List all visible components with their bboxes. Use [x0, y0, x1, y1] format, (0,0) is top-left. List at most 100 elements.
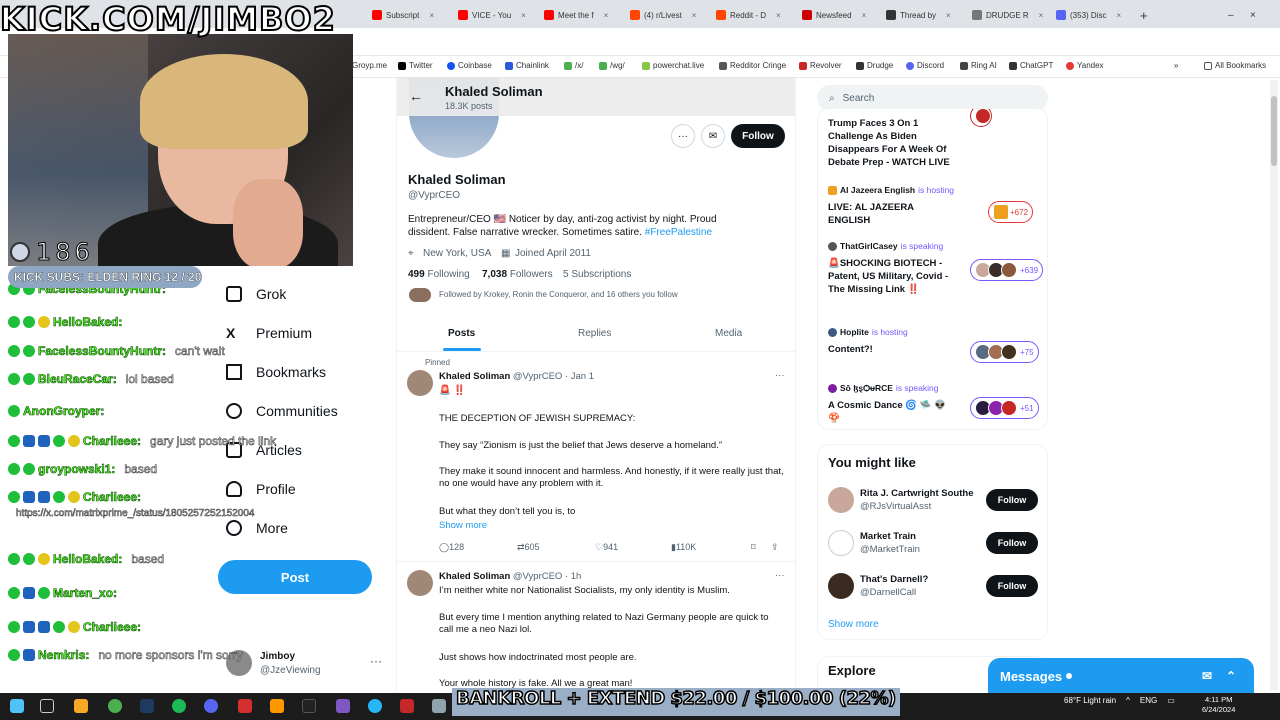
- language-indicator[interactable]: ENG: [1140, 696, 1157, 705]
- follow-button[interactable]: Follow: [731, 124, 785, 148]
- chrome-icon[interactable]: [108, 699, 122, 713]
- app-icon[interactable]: [400, 699, 414, 713]
- suggested-user[interactable]: Market Train @MarketTrain Follow: [828, 528, 1040, 562]
- views-count[interactable]: ▮ 110K: [671, 542, 696, 553]
- browser-tab[interactable]: Newsfeed ×: [796, 4, 872, 26]
- new-tab-button[interactable]: +: [1134, 4, 1154, 26]
- show-more-link[interactable]: Show more: [828, 619, 879, 630]
- bookmark[interactable]: Discord: [906, 61, 944, 70]
- divider: [397, 351, 795, 352]
- back-arrow-icon[interactable]: ←: [409, 88, 423, 104]
- tab-replies[interactable]: Replies: [578, 328, 611, 339]
- start-icon[interactable]: [10, 699, 24, 713]
- reply-button[interactable]: ◯ 128: [439, 542, 464, 553]
- more-horiz-icon[interactable]: ···: [671, 124, 695, 148]
- tab-posts[interactable]: Posts: [448, 328, 475, 339]
- bookmark[interactable]: Revolver: [799, 61, 842, 70]
- listeners-pill: [970, 109, 992, 127]
- app-icon[interactable]: [302, 699, 316, 713]
- app-icon[interactable]: [270, 699, 284, 713]
- repost-button[interactable]: ⇄ 605: [517, 542, 540, 553]
- like-button[interactable]: ♡ 941: [595, 542, 618, 553]
- profile-location: New York, USA: [423, 248, 492, 259]
- bookmark[interactable]: /x/: [564, 61, 583, 70]
- minimize-icon[interactable]: –: [1222, 4, 1240, 26]
- browser-tab[interactable]: Thread by ×: [880, 4, 957, 26]
- avatar[interactable]: [407, 370, 433, 396]
- browser-tab[interactable]: Reddit - D ×: [710, 4, 787, 26]
- listeners-pill: +75: [970, 341, 1039, 363]
- browser-tab[interactable]: (353) Disc ×: [1050, 4, 1127, 26]
- browser-tab[interactable]: DRUDGE R ×: [966, 4, 1049, 26]
- followed-by[interactable]: Followed by Krokey, Ronin the Conqueror,…: [439, 290, 678, 299]
- bookmark[interactable]: Coinbase: [447, 61, 492, 70]
- bookmark[interactable]: Drudge: [856, 61, 893, 70]
- bookmark[interactable]: powerchat.live: [642, 61, 704, 70]
- more-horiz-icon[interactable]: ···: [775, 370, 787, 382]
- messages-drawer[interactable]: Messages ✉ ⌃: [988, 658, 1254, 694]
- bookmark[interactable]: Yandex: [1066, 61, 1104, 70]
- live-spaces: Trump Faces 3 On 1 Challenge As Biden Di…: [817, 108, 1048, 430]
- expand-icon[interactable]: ⌃: [1226, 669, 1236, 683]
- suggested-user[interactable]: That's Darnell? @DarnellCall Follow: [828, 571, 1040, 605]
- follow-button[interactable]: Follow: [986, 489, 1038, 511]
- task-view-icon[interactable]: [40, 699, 54, 713]
- app-icon[interactable]: [336, 699, 350, 713]
- tweet-text: But what they don’t tell you is, to: [439, 506, 576, 517]
- browser-tab[interactable]: (4) r/Livest ×: [624, 4, 702, 26]
- chat-message: FacelessBountyHuntr: can't wait: [8, 344, 225, 358]
- tweet-text: But every time I mention anything relate…: [439, 612, 769, 635]
- message-icon[interactable]: ✉: [701, 124, 725, 148]
- bookmark[interactable]: /wg/: [599, 61, 625, 70]
- listeners-pill: +51: [970, 397, 1039, 419]
- network-icon[interactable]: ▭: [1167, 696, 1175, 705]
- bookmark[interactable]: Ring AI: [960, 61, 997, 70]
- spotify-icon[interactable]: [172, 699, 186, 713]
- following-link[interactable]: 499 Following: [408, 269, 470, 280]
- more-horiz-icon[interactable]: ···: [775, 570, 787, 582]
- tab-media[interactable]: Media: [715, 328, 742, 339]
- bookmark[interactable]: ChatGPT: [1009, 61, 1053, 70]
- bookmark[interactable]: Chainlink: [505, 61, 549, 70]
- app-icon[interactable]: [368, 699, 382, 713]
- listeners-pill: +639: [970, 259, 1044, 281]
- tray-overflow-icon[interactable]: ^: [1126, 696, 1130, 705]
- bookmark[interactable]: Groyp.me: [352, 61, 387, 70]
- file-explorer-icon[interactable]: [74, 699, 88, 713]
- scrollbar-thumb[interactable]: [1271, 96, 1277, 166]
- weather-widget[interactable]: 68°F Light rain: [1064, 696, 1116, 705]
- space-item[interactable]: ThatGirlCasey is speaking 🚨SHOCKING BIOT…: [828, 241, 1044, 296]
- space-item[interactable]: Sō ɮȿѺᵾRCE is speaking A Cosmic Dance 🌀 …: [828, 383, 1040, 425]
- bookmarks-overflow-icon[interactable]: »: [1174, 61, 1178, 70]
- space-item[interactable]: Trump Faces 3 On 1 Challenge As Biden Di…: [828, 109, 1040, 169]
- bookmark-folder[interactable]: All Bookmarks: [1204, 61, 1266, 70]
- close-window-icon[interactable]: ×: [1244, 4, 1262, 26]
- followers-link[interactable]: 7,038 Followers: [482, 269, 553, 280]
- app-icon[interactable]: [432, 699, 446, 713]
- follow-button[interactable]: Follow: [986, 575, 1038, 597]
- browser-tab[interactable]: Subscript ×: [366, 4, 440, 26]
- show-more-link[interactable]: Show more: [439, 520, 784, 532]
- bookmark-icon[interactable]: ⌑: [751, 542, 756, 553]
- follow-button[interactable]: Follow: [986, 532, 1038, 554]
- compose-message-icon[interactable]: ✉: [1202, 669, 1212, 683]
- clock[interactable]: 4:11 PM 6/24/2024: [1202, 695, 1235, 715]
- discord-icon[interactable]: [204, 699, 218, 713]
- bookmark[interactable]: Redditor Cringe: [719, 61, 786, 70]
- app-icon[interactable]: [238, 699, 252, 713]
- hashtag-link[interactable]: #FreePalestine: [645, 227, 712, 238]
- tweet-text: I’m neither white nor Nationalist Social…: [439, 585, 730, 596]
- suggested-user[interactable]: Rita J. Cartwright Southe @RJsVirtualAss…: [828, 485, 1040, 519]
- tweet[interactable]: Pinned Khaled Soliman @VyprCEO · Jan 1 ·…: [397, 354, 795, 564]
- space-item[interactable]: Hoplite is hosting Content?! +75: [828, 327, 1040, 363]
- steam-icon[interactable]: [140, 699, 154, 713]
- scrollbar[interactable]: [1270, 80, 1278, 690]
- subscriptions-link[interactable]: 5 Subscriptions: [563, 269, 631, 280]
- space-item[interactable]: Al Jazeera English is hosting LIVE: AL J…: [828, 185, 1040, 227]
- bookmark[interactable]: Twitter: [398, 61, 433, 70]
- tweet[interactable]: Khaled Soliman @VyprCEO · 1h ··· I’m nei…: [397, 564, 795, 693]
- browser-tab[interactable]: Meet the f ×: [538, 4, 614, 26]
- avatar[interactable]: [407, 570, 433, 596]
- browser-tab[interactable]: VICE - You ×: [452, 4, 532, 26]
- share-icon[interactable]: ⇪: [771, 542, 779, 553]
